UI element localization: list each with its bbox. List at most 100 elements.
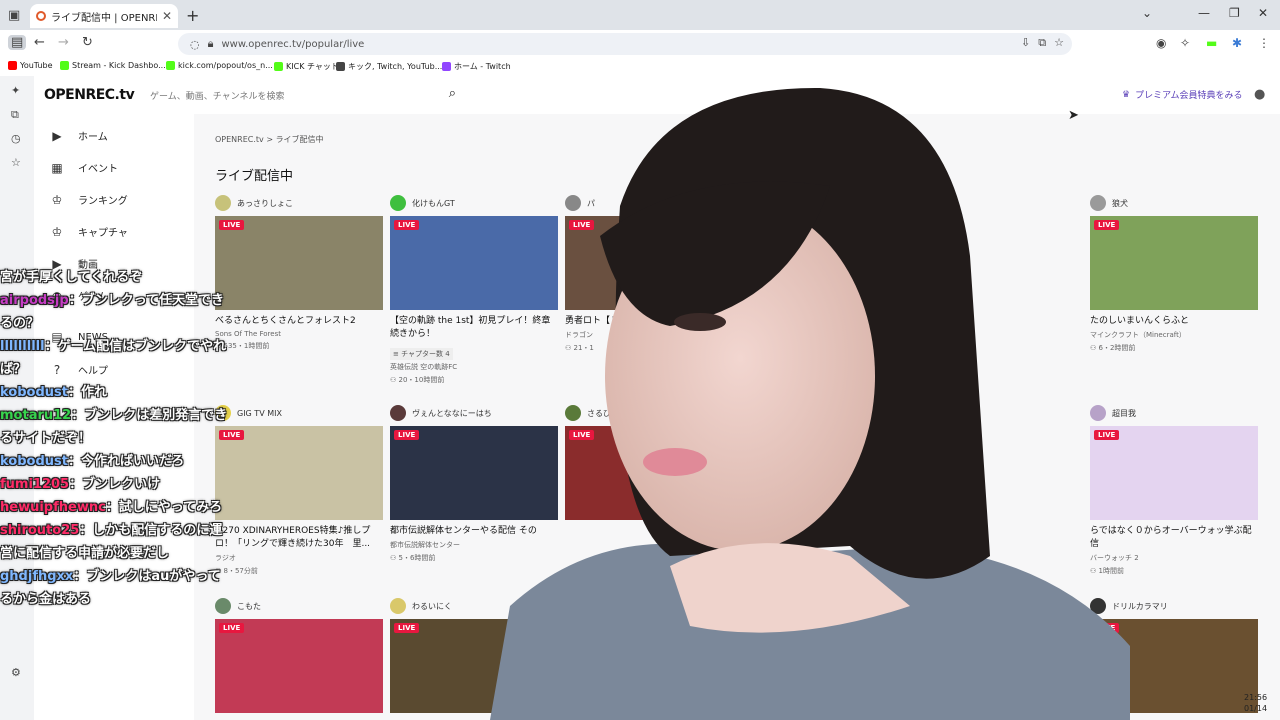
search-icon[interactable]: ⌕ xyxy=(449,86,456,101)
stream-thumbnail[interactable]: LIVE xyxy=(215,426,383,520)
shield-icon: ◌ xyxy=(190,37,200,51)
bookmark-kick-popout[interactable]: kick.com/popout/os_n... xyxy=(166,61,273,70)
bookmark-star-icon[interactable]: ☆ xyxy=(11,156,21,169)
lock-icon: 🔒︎ xyxy=(207,37,214,50)
tabs-icon[interactable]: ⧉ xyxy=(11,108,19,122)
browser-toolbar: ▤ ← → ↻ ◌ 🔒︎ www.openrec.tv/popular/live… xyxy=(0,30,1280,58)
calendar-icon: ▦ xyxy=(51,160,63,175)
download-icon[interactable]: ⇩ xyxy=(1021,36,1030,50)
openrec-favicon-icon xyxy=(36,11,46,21)
url-text: www.openrec.tv/popular/live xyxy=(221,38,365,50)
tab-dropdown-icon[interactable]: ⌄ xyxy=(1142,6,1152,20)
bookmark-kick-chat[interactable]: KICK チャット xyxy=(274,61,339,72)
stream-card[interactable]: GIG TV MIX LIVE #270 XDINARYHEROES特集♪推しプロ！… xyxy=(215,404,383,576)
avatar[interactable] xyxy=(390,598,406,614)
chat-text: 宮が手厚くしてくれるぞ xyxy=(0,270,143,285)
crown-icon: ♔ xyxy=(51,224,63,239)
translate-icon[interactable]: ⧉ xyxy=(1038,36,1046,50)
chat-message: hewuipfhewnc：試しにやってみろ xyxy=(0,496,230,519)
avatar[interactable] xyxy=(390,405,406,421)
search-input[interactable]: ゲーム、動画、チャンネルを検索 ⌕ xyxy=(142,83,460,107)
channel-name[interactable]: こもた xyxy=(237,601,261,612)
channel-name[interactable]: ヴぇんとななにーはち xyxy=(412,408,492,419)
chat-username: ghdjfhgxx xyxy=(0,569,74,584)
channel-row[interactable]: GIG TV MIX xyxy=(215,404,383,422)
sidebar-toggle-icon[interactable]: ▤ xyxy=(8,35,27,50)
live-badge: LIVE xyxy=(394,623,420,633)
sidebar-item-events[interactable]: ▦ イベント xyxy=(50,160,118,176)
restore-icon[interactable]: ❐ xyxy=(1229,6,1240,20)
crown-icon: ♔ xyxy=(51,192,63,207)
bookmark-twitch[interactable]: ホーム - Twitch xyxy=(442,61,511,72)
kick-extension-icon[interactable]: ▬ xyxy=(1206,36,1217,50)
chat-overlay: 宮が手厚くしてくれるぞ airpodsjp：ブンレクって任天堂できるの？ lllll… xyxy=(0,266,230,706)
stream-thumbnail[interactable]: LIVE xyxy=(215,216,383,310)
viewer-meta: ⚇ 535・1時間前 xyxy=(215,342,270,350)
reload-icon[interactable]: ↻ xyxy=(82,35,93,50)
live-badge: LIVE xyxy=(394,430,420,440)
chat-text: ：作れ xyxy=(67,385,107,400)
minimize-icon[interactable]: — xyxy=(1198,6,1210,20)
extension-icon[interactable]: ✱ xyxy=(1232,36,1242,50)
history-icon[interactable]: ◷ xyxy=(11,132,21,145)
bookmark-kick-dashboard[interactable]: Stream - Kick Dashbo... xyxy=(60,61,166,70)
ai-icon[interactable]: ✦ xyxy=(11,84,20,97)
chat-username: kobodust xyxy=(0,454,68,469)
openrec-logo[interactable]: OPENREC.tv xyxy=(44,87,135,103)
premium-link[interactable]: ♛ プレミアム会員特典をみる xyxy=(1122,88,1242,102)
browser-tab[interactable]: ライブ配信中 | OPENREC.tv (オープ ✕ xyxy=(30,4,178,28)
chat-message: kobodust：作れ xyxy=(0,381,230,404)
channel-name[interactable]: 化けもんGT xyxy=(412,198,455,209)
address-bar[interactable]: ◌ 🔒︎ www.openrec.tv/popular/live ⇩ ⧉ ☆ xyxy=(178,33,1072,55)
bookmarks-bar: YouTube Stream - Kick Dashbo... kick.com… xyxy=(0,58,1280,76)
sidebar-item-capture[interactable]: ♔ キャプチャ xyxy=(50,224,128,240)
chapter-tag: ≡ チャプター数 4 xyxy=(390,348,453,360)
channel-name[interactable]: あっさりしょこ xyxy=(237,198,293,209)
menu-icon[interactable]: ⋮ xyxy=(1258,36,1270,50)
account-icon[interactable]: ◉ xyxy=(1156,36,1166,50)
channel-name[interactable]: GIG TV MIX xyxy=(237,409,282,418)
play-square-icon: ▶ xyxy=(52,128,62,143)
chat-message: llllllllll：ゲーム配信はブンレクでやれば？ xyxy=(0,335,230,381)
new-tab-icon[interactable]: + xyxy=(186,6,199,25)
browser-tabstrip: ▣ ライブ配信中 | OPENREC.tv (オープ ✕ + ⌄ — ❐ ✕ xyxy=(0,0,1280,30)
viewers-icon: ⚇ xyxy=(390,376,397,384)
system-clock: 21:56 01/14 xyxy=(1244,693,1268,713)
channel-row[interactable]: こもた xyxy=(215,597,383,615)
avatar[interactable] xyxy=(215,195,231,211)
stream-thumbnail[interactable]: LIVE xyxy=(215,619,383,713)
bookmark-youtube[interactable]: YouTube xyxy=(8,61,53,70)
chat-message: shirouto25：しかも配信するのに運営に配信する申請が必要だし xyxy=(0,519,230,565)
star-icon[interactable]: ☆ xyxy=(1054,36,1064,50)
viewers-icon: ⚇ xyxy=(390,554,397,562)
chat-message: motaru12：ブンレクは差別発言できるサイトだぞ！ xyxy=(0,404,230,450)
chat-message: ghdjfhgxx：ブンレクはauがやってるから金はある xyxy=(0,565,230,611)
chat-text: ：今作ればいいだろ xyxy=(67,454,185,469)
chat-message: kobodust：今作ればいいだろ xyxy=(0,450,230,473)
chat-text: ：試しにやってみろ xyxy=(105,500,223,515)
chat-username: airpodsjp xyxy=(0,293,69,308)
stream-title[interactable]: #270 XDINARYHEROES特集♪推しプロ！「リングで輝き続けた30年 … xyxy=(215,525,383,551)
user-icon[interactable]: ● xyxy=(1254,87,1265,102)
close-tab-icon[interactable]: ✕ xyxy=(162,9,172,23)
streamer-camera xyxy=(490,87,1130,720)
channel-name[interactable]: わるいにく xyxy=(412,601,452,612)
stream-title[interactable]: べるさんとちくさんとフォレスト2 xyxy=(215,315,383,328)
avatar[interactable] xyxy=(390,195,406,211)
chat-username: llllllllll xyxy=(0,339,45,354)
forward-icon[interactable]: → xyxy=(58,35,69,50)
sidebar-item-home[interactable]: ▶ ホーム xyxy=(50,128,107,144)
bookmark-multi[interactable]: キック, Twitch, YouTub... xyxy=(336,61,442,72)
game-name[interactable]: Sons Of The Forest xyxy=(215,330,383,338)
extensions-icon[interactable]: ✧ xyxy=(1180,36,1190,50)
stream-card[interactable]: こもた LIVE xyxy=(215,597,383,713)
breadcrumb[interactable]: OPENREC.tv > ライブ配信中 xyxy=(215,134,324,145)
stream-card[interactable]: あっさりしょこ LIVE べるさんとちくさんとフォレスト2 Sons Of The F… xyxy=(215,194,383,351)
sidebar-item-ranking[interactable]: ♔ ランキング xyxy=(50,192,128,208)
close-window-icon[interactable]: ✕ xyxy=(1258,6,1268,20)
chat-username: fumi1205 xyxy=(0,477,70,492)
tab-menu-icon[interactable]: ▣ xyxy=(8,8,20,23)
back-icon[interactable]: ← xyxy=(34,35,45,50)
channel-row[interactable]: あっさりしょこ xyxy=(215,194,383,212)
game-name[interactable]: ラジオ xyxy=(215,553,383,563)
